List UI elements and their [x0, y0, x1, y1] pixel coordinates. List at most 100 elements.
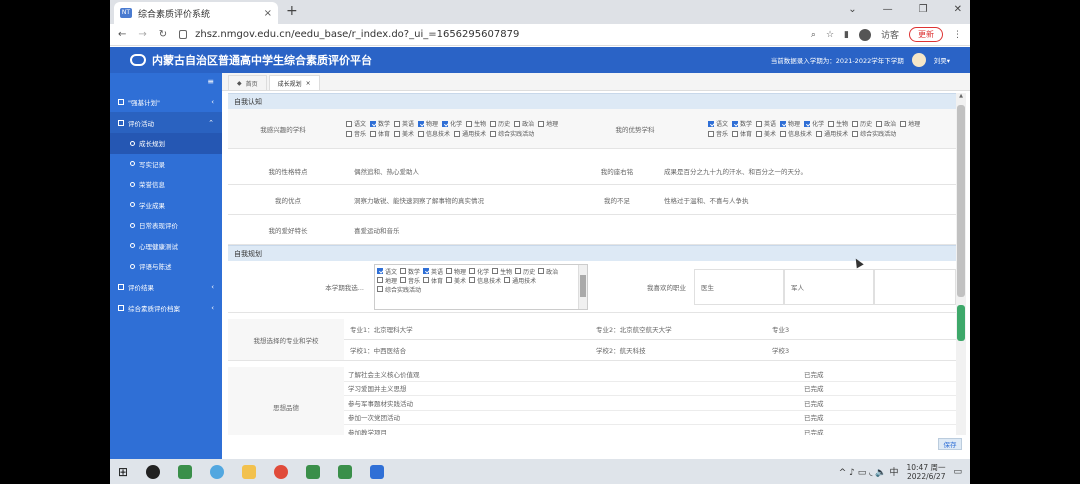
- subject-checkbox[interactable]: 历史: [852, 119, 872, 128]
- major2-cell[interactable]: 专业2：北京航空航天大学: [590, 324, 766, 334]
- unchecked-box-icon[interactable]: [538, 120, 545, 127]
- folder-icon[interactable]: [242, 464, 257, 479]
- unchecked-box-icon[interactable]: [490, 120, 497, 127]
- close-window-button[interactable]: ✕: [954, 4, 962, 15]
- minimize-button[interactable]: —: [883, 4, 893, 15]
- page-scroll-thumb[interactable]: [957, 105, 965, 297]
- subject-checkbox[interactable]: 综合实践活动: [852, 129, 896, 138]
- sidebar-item-results[interactable]: 评价结果 ‹: [110, 277, 222, 298]
- subject-checkbox[interactable]: 数学: [370, 119, 390, 128]
- subject-checkbox[interactable]: 化学: [804, 119, 824, 128]
- subject-checkbox[interactable]: 音乐: [400, 276, 420, 285]
- subject-checkbox[interactable]: 物理: [418, 119, 438, 128]
- unchecked-box-icon[interactable]: [515, 268, 522, 274]
- unchecked-box-icon[interactable]: [469, 268, 476, 274]
- unchecked-box-icon[interactable]: [446, 268, 453, 274]
- unchecked-box-icon[interactable]: [708, 130, 714, 137]
- reload-icon[interactable]: ↻: [159, 29, 167, 40]
- user-name[interactable]: 刘昊▾: [934, 55, 950, 65]
- strengths-value[interactable]: 洞察力敏锐、能快速洞察了解事物的真实情况: [348, 185, 584, 214]
- subject-checkbox[interactable]: 音乐: [708, 129, 728, 138]
- guest-label[interactable]: 访客: [881, 28, 899, 41]
- unchecked-box-icon[interactable]: [346, 130, 352, 137]
- unchecked-box-icon[interactable]: [466, 120, 473, 127]
- unchecked-box-icon[interactable]: [446, 277, 453, 283]
- major3-cell[interactable]: 专业3: [766, 324, 956, 334]
- unchecked-box-icon[interactable]: [394, 120, 401, 127]
- unchecked-box-icon[interactable]: [514, 120, 521, 127]
- hobbies-value[interactable]: 喜爱运动和音乐: [348, 215, 956, 244]
- close-tab-icon[interactable]: ×: [264, 8, 272, 19]
- notification-icon[interactable]: ▭: [953, 467, 962, 477]
- sidebar-sub-record[interactable]: 写实记录: [110, 154, 222, 175]
- unchecked-box-icon[interactable]: [370, 130, 377, 137]
- bookmark-icon[interactable]: ☆: [826, 30, 834, 40]
- unchecked-box-icon[interactable]: [394, 130, 401, 137]
- chrome-icon[interactable]: [274, 464, 289, 479]
- listbox-scrollbar[interactable]: [578, 264, 587, 309]
- sidebar-sub-honor[interactable]: 荣誉信息: [110, 174, 222, 195]
- subject-checkbox[interactable]: 政治: [514, 119, 534, 128]
- forward-icon[interactable]: →: [138, 29, 146, 40]
- sidebar-item-qiangji[interactable]: "强基计划" ‹: [110, 91, 222, 112]
- subject-checkbox[interactable]: 体育: [370, 129, 390, 138]
- subject-checkbox[interactable]: 通用技术: [504, 276, 536, 285]
- subject-checkbox[interactable]: 信息技术: [418, 129, 450, 138]
- restore-button[interactable]: ❐: [919, 4, 928, 15]
- subject-checkbox[interactable]: 地理: [900, 119, 920, 128]
- sidebar-item-evaluation[interactable]: 评价活动 ⌃: [110, 112, 222, 133]
- subject-checkbox[interactable]: 通用技术: [454, 129, 486, 138]
- subject-checkbox[interactable]: 英语: [756, 119, 776, 128]
- subject-checkbox[interactable]: 地理: [538, 119, 558, 128]
- checked-box-icon[interactable]: [377, 268, 383, 274]
- subject-checkbox[interactable]: 生物: [828, 119, 848, 128]
- sidebar-sub-mental[interactable]: 心理健康测试: [110, 236, 222, 257]
- subject-checkbox[interactable]: 美术: [394, 129, 414, 138]
- tab-home[interactable]: ◆ 首页: [228, 75, 267, 90]
- subject-checkbox[interactable]: 化学: [442, 119, 462, 128]
- subject-checkbox[interactable]: 英语: [423, 267, 443, 276]
- app-icon-5[interactable]: [370, 464, 385, 479]
- checked-box-icon[interactable]: [442, 120, 449, 127]
- school3-cell[interactable]: 学校3: [766, 345, 956, 355]
- app-icon-3[interactable]: [306, 464, 321, 479]
- subject-checkbox[interactable]: 体育: [732, 129, 752, 138]
- unchecked-box-icon[interactable]: [490, 130, 497, 137]
- user-avatar-icon[interactable]: [911, 53, 926, 67]
- subject-checkbox[interactable]: 美术: [756, 129, 776, 138]
- back-icon[interactable]: ←: [118, 29, 126, 40]
- url-field[interactable]: zhsz.nmgov.edu.cn/eedu_base/r_index.do?_…: [179, 29, 799, 40]
- checked-box-icon[interactable]: [732, 120, 739, 127]
- more-menu-icon[interactable]: ⋮: [953, 30, 962, 40]
- subject-checkbox[interactable]: 物理: [446, 267, 466, 276]
- subject-checkbox[interactable]: 生物: [492, 267, 512, 276]
- subject-checkbox[interactable]: 音乐: [346, 129, 366, 138]
- subject-checkbox[interactable]: 政治: [876, 119, 896, 128]
- select-subjects-listbox[interactable]: 语文 数学 英语 物理 化学 生物 历史 政治 地理 音乐 体育 美术 信息技术 通用技术 综合实践活动: [374, 263, 588, 310]
- unchecked-box-icon[interactable]: [780, 130, 787, 137]
- checked-box-icon[interactable]: [780, 120, 787, 127]
- windows-start-icon[interactable]: ⊞: [118, 465, 128, 479]
- sidebar-sub-comments[interactable]: 评语与陈述: [110, 256, 222, 277]
- unchecked-box-icon[interactable]: [816, 130, 823, 137]
- subject-checkbox[interactable]: 地理: [377, 276, 397, 285]
- sidebar-sub-growth-plan[interactable]: 成长规划: [110, 133, 222, 154]
- subject-checkbox[interactable]: 历史: [515, 267, 535, 276]
- subject-checkbox[interactable]: 语文: [377, 267, 397, 276]
- traits-value[interactable]: 偶然追和、热心爱助人: [348, 157, 584, 184]
- page-scrollbar[interactable]: ▲: [956, 93, 966, 435]
- unchecked-box-icon[interactable]: [377, 277, 383, 283]
- school1-cell[interactable]: 学校1：中西医结合: [344, 345, 590, 355]
- unchecked-box-icon[interactable]: [469, 277, 476, 283]
- profile-avatar-icon[interactable]: [858, 28, 871, 41]
- sidepanel-icon[interactable]: ▮: [844, 30, 849, 40]
- tab-search-icon[interactable]: ⌄: [848, 4, 856, 15]
- zoom-icon[interactable]: ⌕: [811, 30, 816, 40]
- unchecked-box-icon[interactable]: [900, 120, 907, 127]
- listbox-scroll-thumb[interactable]: [580, 274, 586, 297]
- unchecked-box-icon[interactable]: [876, 120, 883, 127]
- unchecked-box-icon[interactable]: [377, 286, 383, 292]
- subject-checkbox[interactable]: 英语: [394, 119, 414, 128]
- unchecked-box-icon[interactable]: [400, 268, 407, 274]
- scroll-up-icon[interactable]: ▲: [956, 93, 966, 99]
